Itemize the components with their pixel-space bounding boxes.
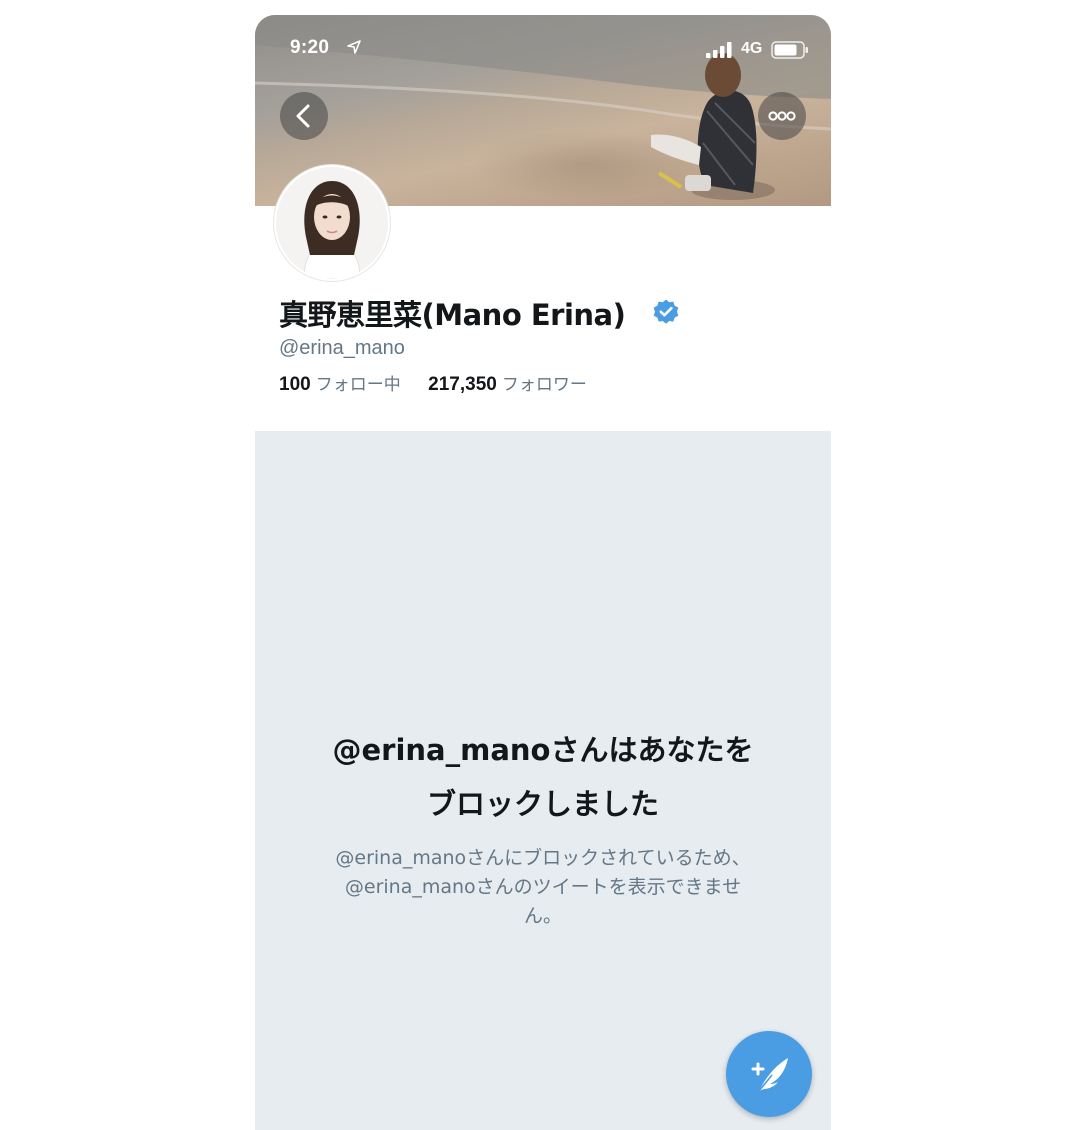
followers-label: フォロワー (501, 375, 587, 395)
following-label: フォロー中 (315, 375, 401, 395)
avatar[interactable] (274, 165, 390, 281)
status-bar: 9:20 4G (255, 15, 831, 65)
blocked-desc-line-1: @erina_manoさんにブロックされているため、 (335, 847, 751, 869)
profile-handle: @erina_mano (279, 337, 405, 359)
verified-badge-icon (653, 299, 679, 324)
cellular-signal-icon (706, 42, 732, 58)
location-arrow-icon (347, 40, 361, 54)
network-type: 4G (741, 40, 763, 57)
status-time: 9:20 (290, 37, 330, 58)
blocked-notice-panel: @erina_manoさんはあなたを ブロックしました @erina_manoさ… (255, 431, 831, 1130)
profile-display-name: 真野恵里菜(Mano Erina) (279, 298, 626, 332)
blocked-desc-line-3: ん。 (523, 905, 562, 927)
blocked-title: @erina_manoさんはあなたを ブロックしました (255, 723, 831, 831)
back-button[interactable] (280, 92, 328, 140)
more-options-button[interactable] (758, 92, 806, 140)
following-count: 100 (279, 374, 311, 395)
battery-icon (771, 41, 808, 59)
following-link[interactable]: 100 フォロー中 (279, 374, 406, 395)
chevron-left-icon (296, 104, 310, 128)
followers-link[interactable]: 217,350 フォロワー (428, 374, 587, 395)
blocked-title-line-2: ブロックしました (426, 787, 659, 821)
followers-count: 217,350 (428, 374, 497, 395)
blocked-title-line-1: @erina_manoさんはあなたを (332, 733, 754, 767)
profile-screen: 9:20 4G 真野恵里菜(Mano Erina) @erina_mano 10… (255, 15, 831, 1130)
compose-tweet-icon (751, 1058, 788, 1092)
compose-tweet-button[interactable] (726, 1031, 812, 1117)
blocked-description: @erina_manoさんにブロックされているため、 @erina_manoさん… (303, 844, 783, 931)
more-horizontal-icon (768, 111, 796, 121)
blocked-desc-line-2: @erina_manoさんのツイートを表示できませ (344, 876, 742, 898)
follow-stats: 100 フォロー中 217,350 フォロワー (279, 370, 587, 396)
